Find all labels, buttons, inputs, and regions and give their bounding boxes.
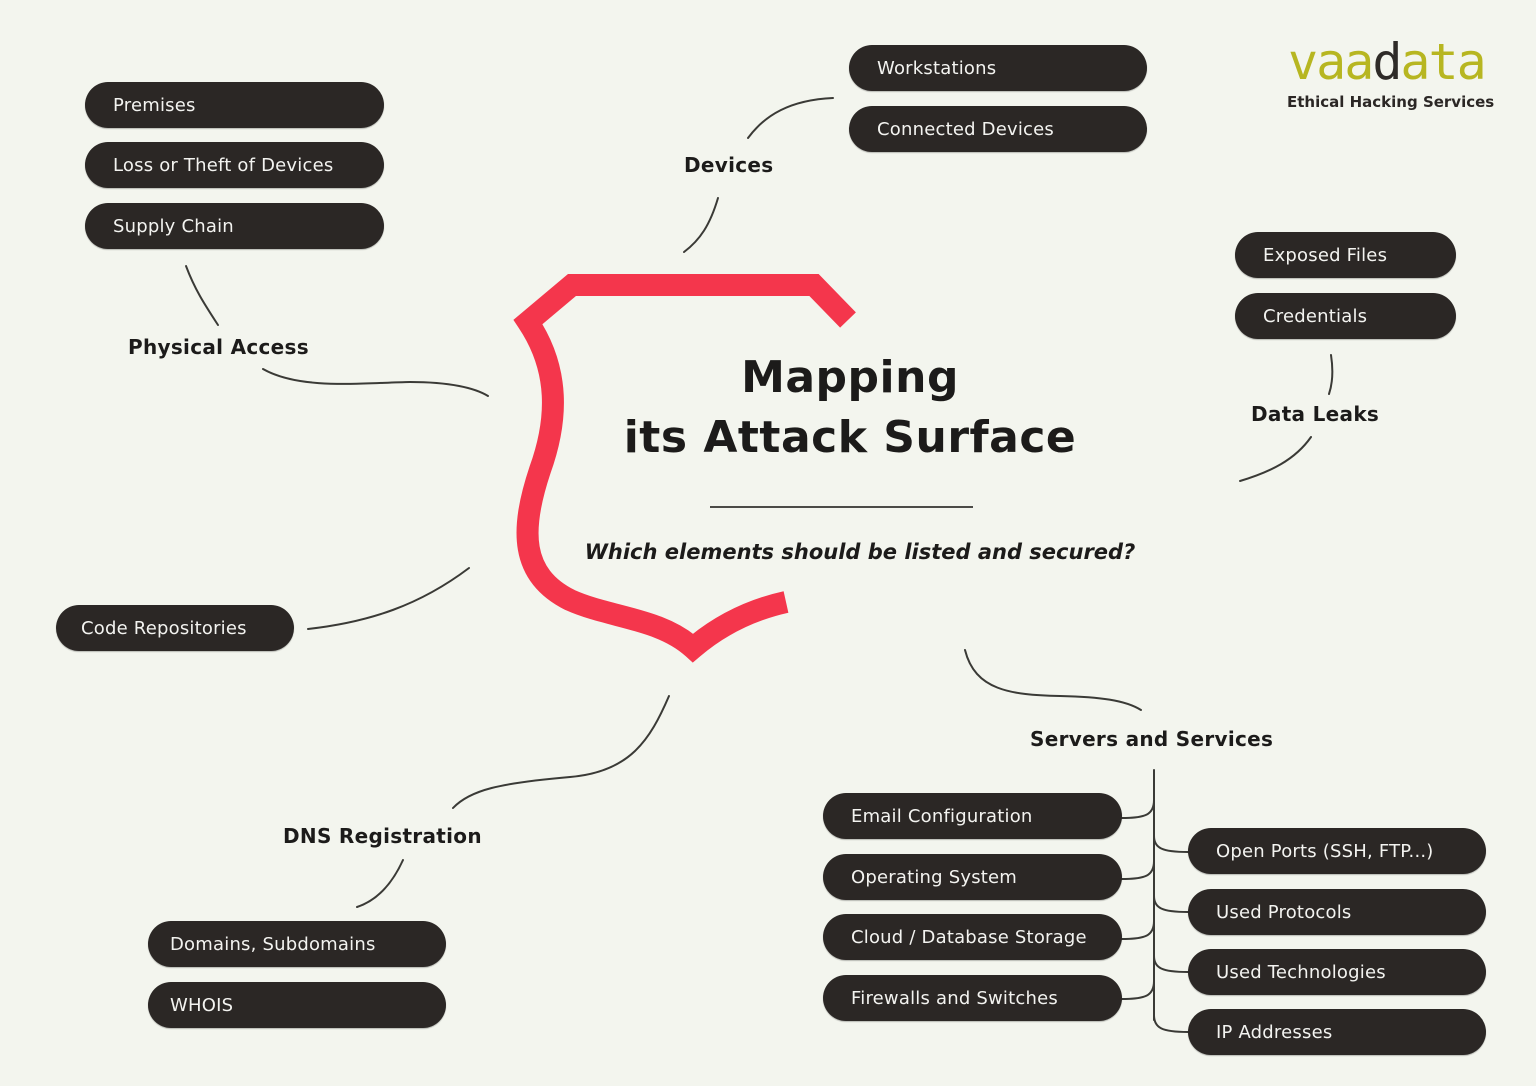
connector-srv-protocols (1153, 895, 1189, 913)
vaadata-logo: vaadata (1288, 33, 1487, 91)
connector-servers-center (964, 649, 1142, 711)
node-supply-chain[interactable]: Supply Chain (85, 203, 384, 249)
title-line-2: its Attack Surface (623, 412, 1077, 463)
logo-part-2: d (1372, 33, 1402, 91)
node-whois[interactable]: WHOIS (148, 982, 446, 1028)
node-code-repositories[interactable]: Code Repositories (56, 605, 294, 651)
connector-devices-center (683, 197, 719, 253)
node-cloud-database-storage[interactable]: Cloud / Database Storage (823, 914, 1122, 960)
category-data-leaks: Data Leaks (1251, 402, 1380, 426)
category-servers-services: Servers and Services (1030, 727, 1274, 751)
connector-devices-items (747, 97, 834, 139)
page-title: Mapping its Attack Surface (600, 348, 1100, 468)
node-premises[interactable]: Premises (85, 82, 384, 128)
logo-part-1: vaa (1288, 33, 1374, 91)
connector-dns-items (356, 859, 404, 908)
connector-dns-center (452, 695, 670, 809)
node-operating-system[interactable]: Operating System (823, 854, 1122, 900)
connector-physical-center (262, 368, 489, 397)
node-connected-devices[interactable]: Connected Devices (849, 106, 1147, 152)
connector-dataleaks-items (1328, 354, 1334, 395)
title-divider (710, 506, 973, 508)
node-open-ports[interactable]: Open Ports (SSH, FTP...) (1188, 828, 1486, 874)
node-workstations[interactable]: Workstations (849, 45, 1147, 91)
connector-srv-ip (1153, 1014, 1189, 1033)
category-devices: Devices (684, 153, 774, 177)
connector-physical-items (185, 265, 219, 326)
node-domains-subdomains[interactable]: Domains, Subdomains (148, 921, 446, 967)
title-line-1: Mapping (741, 352, 959, 403)
category-physical-access: Physical Access (128, 335, 309, 359)
connector-srv-cloud (1121, 920, 1155, 940)
connector-srv-ports (1153, 835, 1189, 853)
logo-part-3: ata (1400, 33, 1486, 91)
connector-srv-tech (1153, 955, 1189, 973)
connector-code-repos (307, 567, 470, 630)
node-used-technologies[interactable]: Used Technologies (1188, 949, 1486, 995)
node-credentials[interactable]: Credentials (1235, 293, 1456, 339)
node-ip-addresses[interactable]: IP Addresses (1188, 1009, 1486, 1055)
logo-tagline: Ethical Hacking Services (1287, 93, 1495, 111)
category-dns-registration: DNS Registration (283, 824, 482, 848)
connector-srv-firewall (1121, 980, 1155, 1000)
page-subtitle: Which elements should be listed and secu… (584, 540, 1136, 564)
connector-srv-os (1121, 860, 1155, 880)
node-used-protocols[interactable]: Used Protocols (1188, 889, 1486, 935)
node-loss-or-theft[interactable]: Loss or Theft of Devices (85, 142, 384, 188)
connector-dataleaks-center (1239, 436, 1312, 482)
node-email-configuration[interactable]: Email Configuration (823, 793, 1122, 839)
connector-srv-email (1121, 799, 1155, 819)
node-exposed-files[interactable]: Exposed Files (1235, 232, 1456, 278)
node-firewalls-switches[interactable]: Firewalls and Switches (823, 975, 1122, 1021)
